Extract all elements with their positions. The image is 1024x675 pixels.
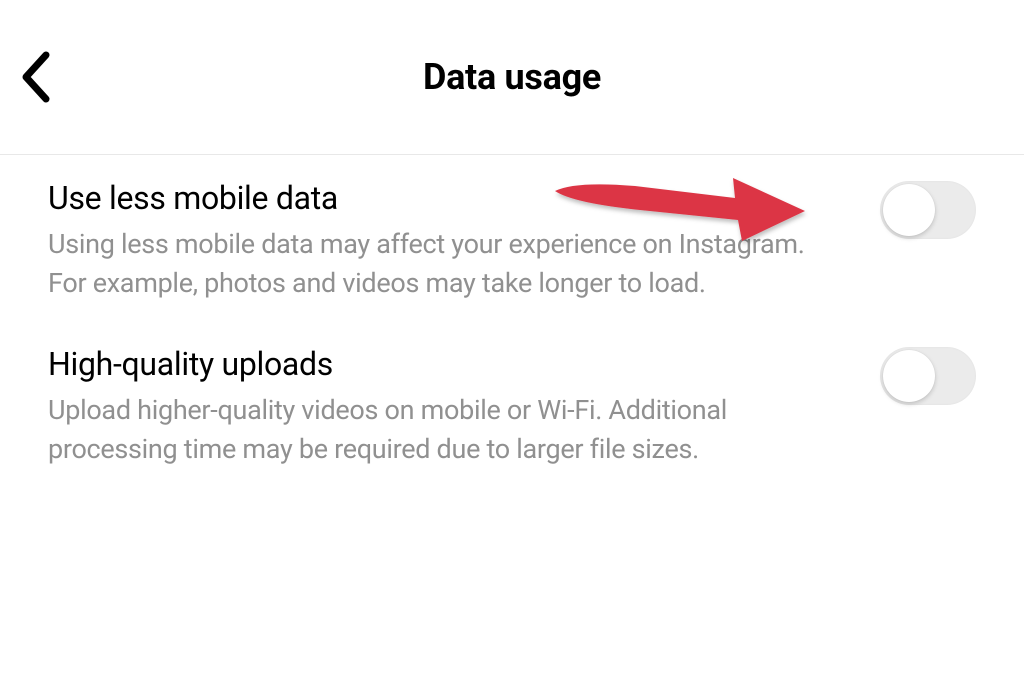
toggle-high-quality-uploads[interactable] — [880, 347, 976, 405]
toggle-knob — [883, 184, 935, 236]
setting-title: High-quality uploads — [48, 345, 840, 383]
setting-high-quality-uploads: High-quality uploads Upload higher-quali… — [48, 345, 976, 469]
setting-text: Use less mobile data Using less mobile d… — [48, 179, 880, 303]
setting-use-less-mobile-data: Use less mobile data Using less mobile d… — [48, 179, 976, 303]
toggle-use-less-mobile-data[interactable] — [880, 181, 976, 239]
setting-text: High-quality uploads Upload higher-quali… — [48, 345, 880, 469]
setting-title: Use less mobile data — [48, 179, 840, 217]
chevron-left-icon — [18, 49, 54, 105]
settings-list: Use less mobile data Using less mobile d… — [0, 155, 1024, 470]
setting-description: Upload higher-quality videos on mobile o… — [48, 391, 840, 469]
toggle-knob — [883, 350, 935, 402]
header: Data usage — [0, 0, 1024, 155]
back-button[interactable] — [18, 49, 54, 105]
setting-description: Using less mobile data may affect your e… — [48, 225, 840, 303]
page-title: Data usage — [0, 56, 1024, 98]
